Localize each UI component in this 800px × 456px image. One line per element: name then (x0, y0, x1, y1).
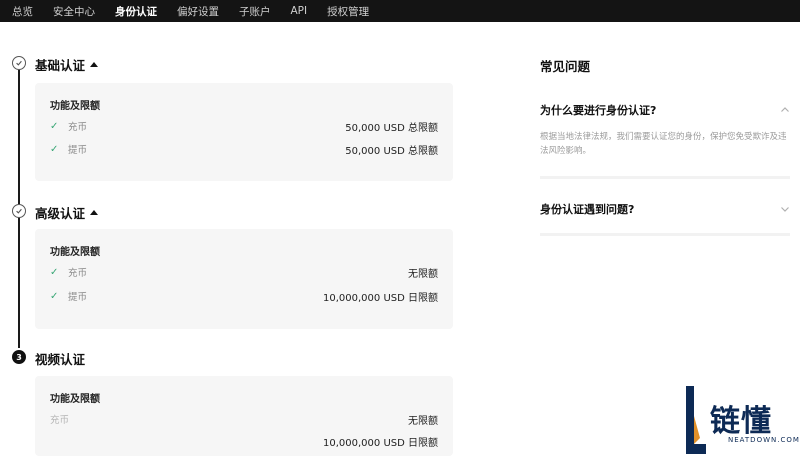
limit-row-deposit: ✓ 充币 无限额 (50, 264, 438, 280)
limit-row-withdraw: ✓ 提币 10,000,000 USD 日限额 (50, 288, 438, 304)
nav-item-preferences[interactable]: 偏好设置 (177, 4, 219, 19)
step-complete-icon (12, 204, 26, 218)
row-label: 充币 (68, 122, 88, 133)
faq-title: 常见问题 (540, 59, 591, 74)
row-value: 50,000 USD 总限额 (345, 122, 438, 134)
limits-card-basic: 功能及限额 ✓ 充币 50,000 USD 总限额 ✓ 提币 50,000 US… (35, 83, 453, 181)
caret-up-icon[interactable] (90, 210, 99, 215)
nav-item-identity[interactable]: 身份认证 (115, 4, 157, 19)
nav-item-overview[interactable]: 总览 (12, 4, 33, 19)
step-number-badge: 3 (12, 350, 26, 364)
faq-answer: 根据当地法律法规，我们需要认证您的身份，保护您免受欺诈及违法风险影响。 (540, 132, 787, 156)
level-title-text: 高级认证 (35, 206, 86, 221)
row-label: 提币 (68, 145, 88, 156)
row-value: 50,000 USD 总限额 (345, 145, 438, 157)
faq-question-text: 为什么要进行身份认证? (540, 104, 657, 117)
check-icon: ✓ (50, 266, 59, 278)
faq-item[interactable]: 为什么要进行身份认证? 根据当地法律法规，我们需要认证您的身份，保护您免受欺诈及… (540, 102, 790, 158)
row-value: 无限额 (408, 415, 438, 427)
faq-question[interactable]: 身份认证遇到问题? (540, 201, 790, 217)
faq-question[interactable]: 为什么要进行身份认证? (540, 102, 790, 118)
level-title-advanced[interactable]: 高级认证 (35, 203, 99, 222)
card-header: 功能及限额 (50, 101, 100, 112)
limit-row-deposit: ✓ 充币 50,000 USD 总限额 (50, 118, 438, 134)
nav-item-api[interactable]: API (291, 5, 308, 17)
watermark-text: 链懂 (710, 404, 772, 439)
faq-item[interactable]: 身份认证遇到问题? (540, 201, 790, 217)
level-title-text: 基础认证 (35, 58, 86, 73)
timeline-line (18, 70, 20, 204)
row-label: 充币 (68, 268, 88, 279)
check-icon: ✓ (50, 143, 59, 155)
card-header: 功能及限额 (50, 247, 100, 258)
limit-row-deposit: 充币 无限额 (50, 411, 438, 427)
row-value: 无限额 (408, 268, 438, 280)
watermark-logo-icon (686, 386, 706, 454)
top-navigation: 总览 安全中心 身份认证 偏好设置 子账户 API 授权管理 (0, 0, 800, 22)
caret-up-icon[interactable] (90, 62, 99, 67)
step-number: 3 (16, 352, 22, 362)
nav-item-subaccounts[interactable]: 子账户 (239, 4, 271, 19)
level-title-video[interactable]: 视频认证 (35, 349, 85, 368)
limit-row-withdraw: 10,000,000 USD 日限额 (50, 433, 438, 449)
limits-card-video: 功能及限额 充币 无限额 10,000,000 USD 日限额 (35, 376, 453, 456)
check-icon: ✓ (50, 120, 59, 132)
limit-row-withdraw: ✓ 提币 50,000 USD 总限额 (50, 141, 438, 157)
timeline-line (18, 218, 20, 348)
faq-divider (540, 176, 790, 179)
limits-card-advanced: 功能及限额 ✓ 充币 无限额 ✓ 提币 10,000,000 USD 日限额 (35, 229, 453, 329)
nav-item-security[interactable]: 安全中心 (53, 4, 95, 19)
card-header: 功能及限额 (50, 394, 100, 405)
nav-item-authorization[interactable]: 授权管理 (327, 4, 369, 19)
level-title-basic[interactable]: 基础认证 (35, 55, 99, 74)
level-title-text: 视频认证 (35, 352, 86, 367)
step-complete-icon (12, 56, 26, 70)
row-label: 充币 (50, 415, 70, 426)
row-value: 10,000,000 USD 日限额 (323, 437, 438, 449)
check-icon: ✓ (50, 290, 59, 302)
chevron-down-icon[interactable] (780, 204, 790, 214)
row-value: 10,000,000 USD 日限额 (323, 292, 438, 304)
watermark-subtext: NEATDOWN.COM (728, 436, 800, 444)
faq-divider (540, 233, 790, 236)
chevron-up-icon[interactable] (780, 105, 790, 115)
row-label: 提币 (68, 292, 88, 303)
faq-question-text: 身份认证遇到问题? (540, 203, 635, 216)
